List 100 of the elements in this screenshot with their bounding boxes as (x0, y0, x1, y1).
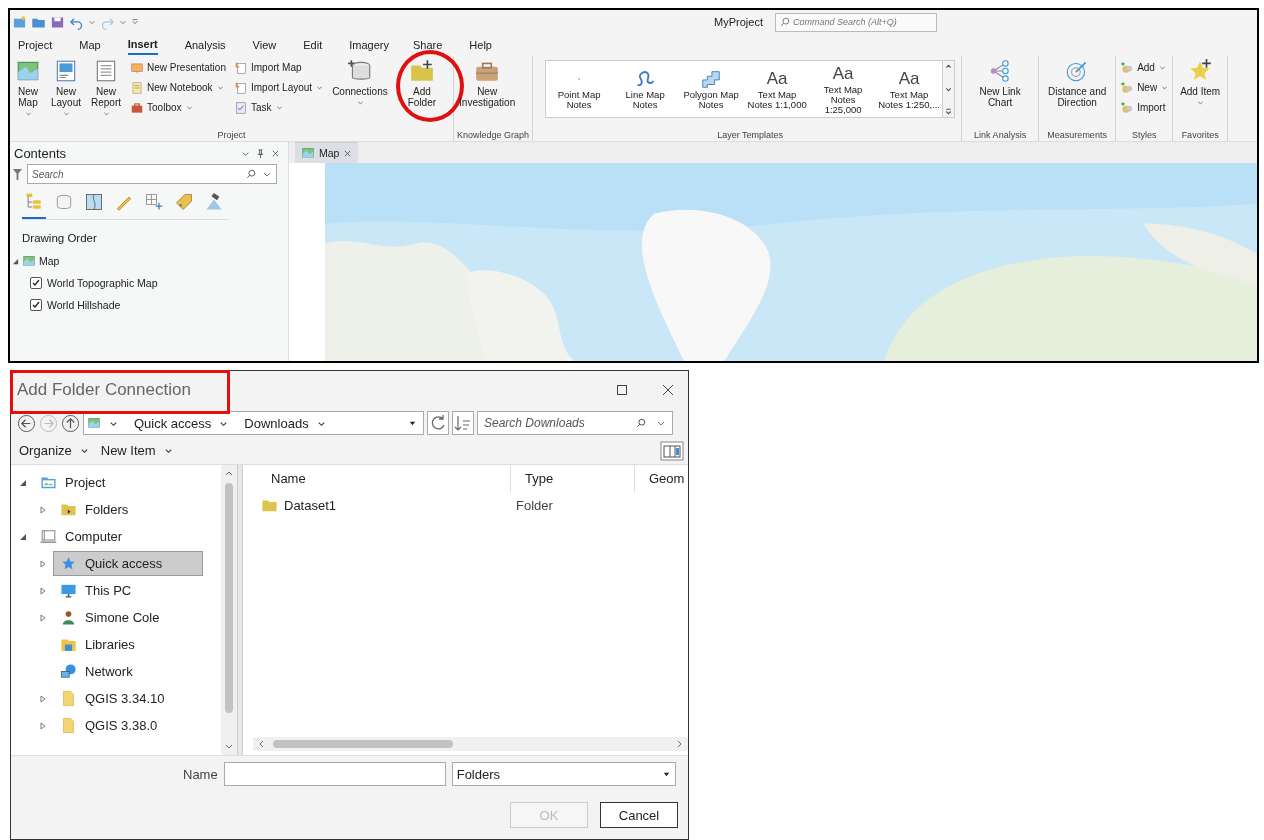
ribbon-button[interactable]: Import Layout (232, 78, 325, 97)
ribbon-button[interactable]: New Presentation (129, 58, 227, 77)
search-icon (636, 418, 646, 428)
close-icon[interactable] (662, 384, 674, 396)
command-search-field[interactable]: Command Search (Alt+Q) (775, 12, 937, 32)
ribbon-button[interactable]: Connections (330, 56, 390, 110)
refresh-icon[interactable] (427, 411, 449, 435)
customize-icon[interactable] (131, 18, 139, 26)
navigation-item[interactable]: Quick access (53, 551, 203, 576)
sort-icon[interactable] (452, 411, 474, 435)
ribbon-button[interactable]: Add Folder (405, 56, 439, 110)
navigation-item[interactable]: Folders (53, 497, 203, 522)
gallery-item[interactable]: Line Map Notes (612, 61, 679, 117)
file-name[interactable]: Dataset1 (284, 497, 337, 513)
navigation-item[interactable]: Network (53, 659, 203, 684)
forward-icon[interactable] (39, 413, 58, 433)
ribbon-button[interactable]: Import (1119, 98, 1170, 117)
command-search-input[interactable]: Command Search (Alt+Q) (793, 17, 923, 27)
ribbon-button[interactable]: New Report (89, 56, 124, 121)
ribbon-button[interactable]: New Map (13, 56, 43, 121)
navigation-item[interactable]: This PC (53, 578, 203, 603)
ribbon-button[interactable]: New (1119, 78, 1170, 97)
column-header[interactable]: Type (511, 465, 635, 492)
up-icon[interactable] (61, 413, 80, 433)
ribbon-tab[interactable]: Imagery (349, 36, 389, 54)
map-view-tab[interactable]: Map (295, 142, 359, 163)
navigation-item[interactable]: Libraries (53, 632, 203, 657)
navigation-item[interactable]: QGIS 3.38.0 (53, 713, 203, 738)
expand-arrow-icon[interactable] (39, 721, 47, 730)
import-icon (233, 60, 248, 75)
ribbon-tab[interactable]: Analysis (184, 36, 226, 54)
expand-arrow-icon[interactable] (19, 532, 27, 541)
gallery-item[interactable]: Aa Text Map Notes 1:1,000 (744, 61, 811, 117)
ribbon-tab[interactable]: Map (79, 36, 101, 54)
horizontal-scrollbar[interactable] (253, 737, 688, 751)
expand-arrow-icon[interactable] (39, 694, 47, 703)
gallery-item[interactable]: Point Map Notes (546, 61, 613, 117)
search-icon (780, 17, 790, 27)
view-layout-icon[interactable] (660, 439, 684, 462)
text-glyph-icon: Aa (766, 68, 788, 90)
address-bar[interactable]: Quick access Downloads (83, 411, 424, 435)
expand-arrow-icon[interactable] (39, 505, 47, 514)
expand-arrow-icon[interactable] (19, 478, 27, 487)
expand-arrow-icon[interactable] (12, 257, 19, 265)
gallery-scroll-buttons[interactable] (942, 61, 955, 117)
close-icon[interactable] (271, 148, 280, 158)
ribbon-button[interactable]: New Link Chart (965, 56, 1036, 110)
breadcrumb-item[interactable]: Quick access (134, 415, 212, 431)
search-input[interactable]: Search (32, 168, 240, 180)
ribbon-tab[interactable]: Share (412, 36, 443, 54)
gallery-item[interactable]: Polygon Map Notes (678, 61, 745, 117)
search-field[interactable]: Search Downloads (477, 411, 673, 435)
back-icon[interactable] (17, 413, 36, 433)
point-icon (576, 76, 583, 82)
checkbox[interactable] (30, 277, 42, 289)
ribbon-tab[interactable]: Project (18, 36, 53, 54)
ribbon-tab[interactable]: Help (469, 36, 492, 54)
column-header[interactable]: Name (243, 465, 511, 492)
navigation-item[interactable]: Simone Cole (53, 605, 203, 630)
expand-arrow-icon[interactable] (39, 613, 47, 622)
pin-icon[interactable] (256, 148, 265, 158)
navigation-item[interactable]: Computer (33, 524, 183, 549)
ribbon-tab[interactable]: Insert (127, 35, 158, 55)
column-header[interactable]: Geom (635, 465, 685, 492)
checkbox[interactable] (30, 299, 42, 311)
ribbon-button[interactable]: New Layout (49, 56, 83, 121)
new-project-icon[interactable] (12, 14, 27, 30)
vertical-scrollbar[interactable] (221, 465, 237, 755)
ribbon-button[interactable]: New Notebook (129, 78, 227, 97)
layer-name[interactable]: World Topographic Map (47, 277, 158, 289)
ribbon-tab[interactable]: View (252, 36, 277, 54)
layer-name[interactable]: World Hillshade (47, 299, 121, 311)
gallery-item[interactable]: Aa Text Map Notes 1:250,... (876, 61, 943, 117)
text-glyph-icon: Aa (898, 68, 920, 90)
toolbar-menu-button[interactable]: Organize (17, 443, 91, 458)
ribbon-button[interactable]: Import Map (232, 58, 325, 77)
dialog-button[interactable]: Cancel (600, 802, 678, 828)
ribbon-button[interactable]: Add Item (1176, 56, 1225, 110)
filter-icon[interactable] (12, 167, 23, 181)
ribbon-button[interactable]: Toolbox (129, 98, 227, 117)
name-field[interactable] (223, 762, 446, 786)
maximize-icon[interactable] (616, 384, 628, 396)
tree-item[interactable]: Map (39, 255, 60, 267)
ribbon-button[interactable]: New Investigation (457, 56, 518, 110)
navigation-item[interactable]: QGIS 3.34.10 (53, 686, 203, 711)
expand-arrow-icon[interactable] (39, 559, 47, 568)
close-icon[interactable] (343, 148, 353, 158)
search-input[interactable]: Search Downloads (484, 416, 626, 430)
ribbon-button[interactable]: Task (232, 98, 325, 117)
ribbon-button[interactable]: Distance and Direction (1042, 56, 1113, 110)
breadcrumb-item[interactable]: Downloads (244, 415, 309, 431)
gallery-item[interactable]: Aa Text Map Notes 1:25,000 (810, 61, 877, 117)
search-field[interactable]: Search (27, 164, 277, 184)
navigation-item[interactable]: Project (33, 470, 183, 495)
filter-dropdown[interactable]: Folders (451, 762, 676, 786)
ribbon-button[interactable]: Add (1119, 58, 1170, 77)
toolbar-menu-button[interactable]: New Item (98, 443, 175, 458)
expand-arrow-icon[interactable] (39, 586, 47, 595)
ribbon-tab[interactable]: Edit (303, 36, 323, 54)
group-label: Project (216, 129, 247, 141)
